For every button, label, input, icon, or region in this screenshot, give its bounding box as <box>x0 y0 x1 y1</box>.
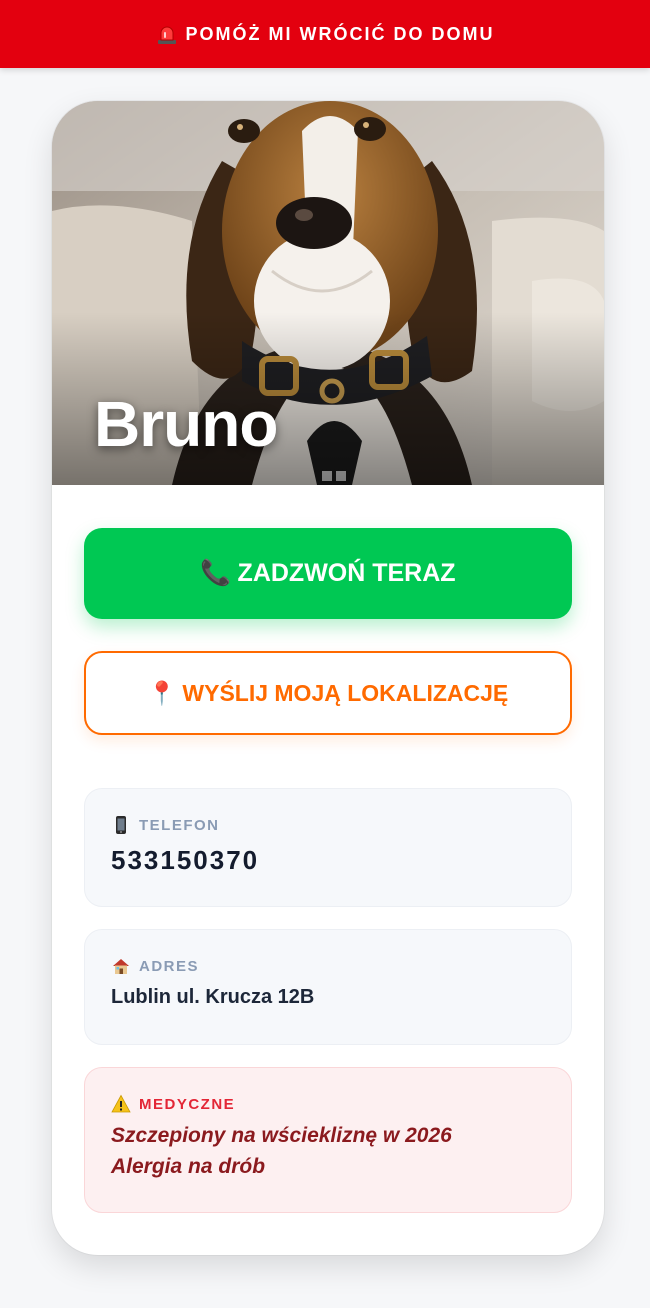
medical-box: MEDYCZNE Szczepiony na wściekliznę w 202… <box>84 1067 572 1213</box>
siren-icon <box>156 23 178 45</box>
phone-icon: 📞 <box>200 559 232 587</box>
pet-name: Bruno <box>94 388 278 460</box>
medical-label: MEDYCZNE <box>139 1095 236 1113</box>
medical-label-row: MEDYCZNE <box>111 1094 545 1114</box>
phone-box: TELEFON 533150370 <box>84 788 572 907</box>
dog-photo: Bruno <box>52 101 604 485</box>
medical-line: Szczepiony na wściekliznę w 2026 <box>111 1124 452 1147</box>
warning-icon <box>111 1094 131 1114</box>
address-box: ADRES Lublin ul. Krucza 12B <box>84 929 572 1045</box>
call-now-button[interactable]: 📞 ZADZWOŃ TERAZ <box>84 528 572 619</box>
address-label-row: ADRES <box>111 956 545 976</box>
top-banner: POMÓŻ MI WRÓCIĆ DO DOMU <box>0 0 650 68</box>
mobile-phone-icon <box>111 815 131 835</box>
address-value: Lublin ul. Krucza 12B <box>111 986 315 1008</box>
send-location-label: WYŚLIJ MOJĄ LOKALIZACJĘ <box>182 679 509 706</box>
phone-value[interactable]: 533150370 <box>111 845 545 876</box>
phone-label: TELEFON <box>139 816 220 834</box>
banner-title: POMÓŻ MI WRÓCIĆ DO DOMU <box>185 23 495 44</box>
call-now-label: ZADZWOŃ TERAZ <box>237 559 456 587</box>
address-label: ADRES <box>139 957 200 975</box>
house-icon <box>111 956 131 976</box>
send-location-button[interactable]: 📍 WYŚLIJ MOJĄ LOKALIZACJĘ <box>84 651 572 735</box>
pet-card: Bruno 📞 ZADZWOŃ TERAZ 📍 WYŚLIJ MOJĄ LOKA… <box>52 101 604 1255</box>
phone-label-row: TELEFON <box>111 815 545 835</box>
medical-line: Alergia na drób <box>111 1155 266 1178</box>
pin-icon: 📍 <box>147 679 177 706</box>
